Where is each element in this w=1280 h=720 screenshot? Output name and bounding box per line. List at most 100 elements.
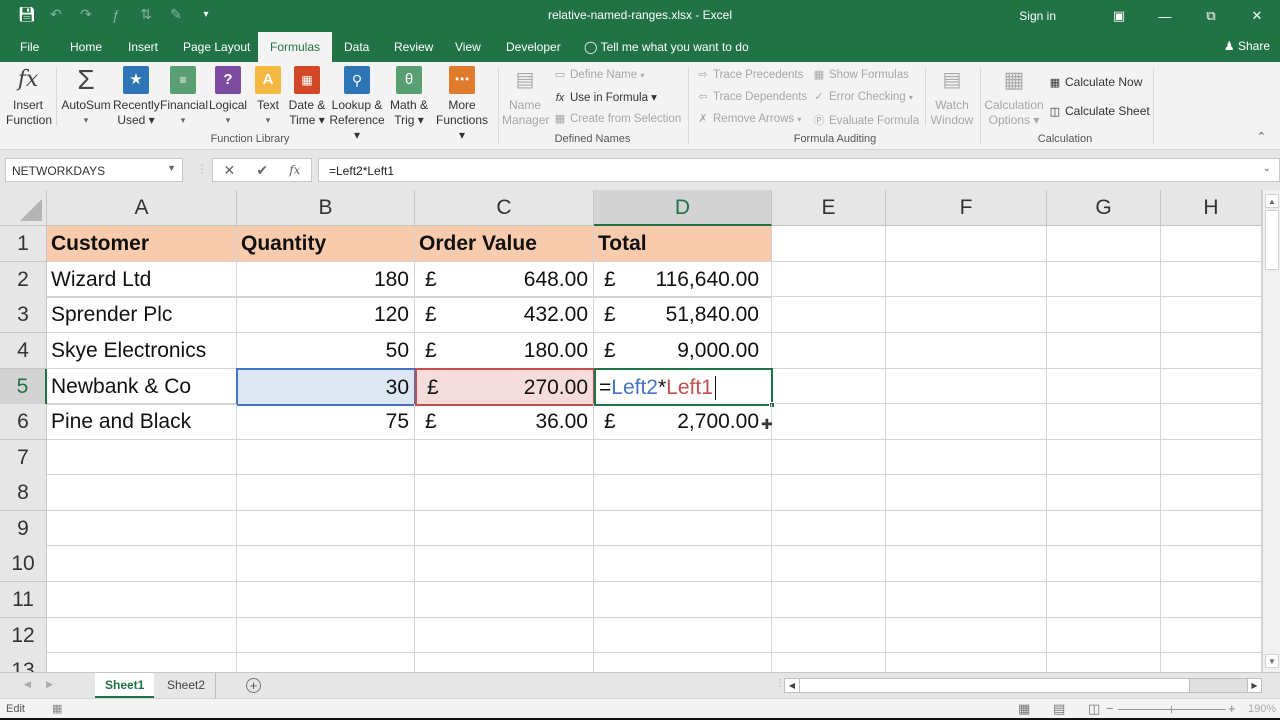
empty-cell[interactable] <box>415 546 594 582</box>
cell-c3[interactable]: £432.00 <box>415 297 594 333</box>
cell-d1[interactable]: Total <box>594 226 772 262</box>
empty-cell[interactable] <box>594 475 772 511</box>
empty-cell[interactable] <box>772 618 886 653</box>
empty-cell[interactable] <box>237 440 415 475</box>
empty-cell[interactable] <box>1047 369 1161 404</box>
empty-cell[interactable] <box>1161 404 1262 440</box>
tell-me-box[interactable]: ◯ Tell me what you want to do <box>584 40 749 54</box>
empty-cell[interactable] <box>594 653 772 672</box>
empty-cell[interactable] <box>47 440 237 475</box>
empty-cell[interactable] <box>415 618 594 653</box>
empty-cell[interactable] <box>886 511 1047 546</box>
empty-cell[interactable] <box>237 582 415 618</box>
empty-cell[interactable] <box>1161 475 1262 511</box>
cell-d3[interactable]: £51,840.00 <box>594 297 772 333</box>
empty-cell[interactable] <box>1161 369 1262 404</box>
empty-cell[interactable] <box>415 440 594 475</box>
tab-developer[interactable]: Developer <box>506 40 561 54</box>
row-header-6[interactable]: 6 <box>0 404 47 440</box>
tab-view[interactable]: View <box>455 40 481 54</box>
horizontal-scrollbar[interactable]: ◀ ▶ <box>784 678 1262 693</box>
row-header-5[interactable]: 5 <box>0 369 47 405</box>
empty-cell[interactable] <box>594 618 772 653</box>
tab-file[interactable]: File <box>20 40 39 54</box>
cell-c2[interactable]: £648.00 <box>415 262 594 298</box>
sign-in-link[interactable]: Sign in <box>1019 9 1056 23</box>
splitter-handle[interactable]: ⋮ <box>196 162 208 176</box>
cell-d2[interactable]: £116,640.00 <box>594 262 772 298</box>
calculation-options-button[interactable]: ▦ Calculation Options ▾ <box>984 66 1044 128</box>
empty-cell[interactable] <box>886 582 1047 618</box>
empty-cell[interactable] <box>1161 653 1262 672</box>
empty-cell[interactable] <box>772 333 886 369</box>
row-header-8[interactable]: 8 <box>0 475 47 511</box>
cell-b1[interactable]: Quantity <box>237 226 415 262</box>
empty-cell[interactable] <box>1047 333 1161 369</box>
empty-cell[interactable] <box>47 618 237 653</box>
empty-cell[interactable] <box>1047 404 1161 440</box>
tab-data[interactable]: Data <box>344 40 369 54</box>
empty-cell[interactable] <box>886 618 1047 653</box>
empty-cell[interactable] <box>772 297 886 333</box>
empty-cell[interactable] <box>415 475 594 511</box>
formula-input[interactable]: =Left2*Left1 ⌄ <box>318 158 1280 182</box>
insert-function-button[interactable]: fx Insert Function <box>6 66 52 128</box>
column-header-h[interactable]: H <box>1161 190 1262 226</box>
column-header-c[interactable]: C <box>415 190 594 226</box>
row-header-11[interactable]: 11 <box>0 582 47 618</box>
row-header-3[interactable]: 3 <box>0 297 47 333</box>
empty-cell[interactable] <box>1161 297 1262 333</box>
remove-arrows-button[interactable]: ✗ Remove Arrows ▾ <box>696 112 801 125</box>
empty-cell[interactable] <box>772 369 886 404</box>
empty-cell[interactable] <box>1047 546 1161 582</box>
zoom-level[interactable]: 190% <box>1248 703 1276 715</box>
cell-c5-referenced[interactable]: £270.00 <box>415 368 595 406</box>
empty-cell[interactable] <box>772 404 886 440</box>
share-button[interactable]: ♟ Share <box>1224 39 1270 53</box>
scroll-down-icon[interactable]: ▼ <box>1265 654 1279 668</box>
empty-cell[interactable] <box>1161 333 1262 369</box>
minimize-icon[interactable]: — <box>1142 9 1188 24</box>
more-functions-button[interactable]: ⋯ More Functions ▾ <box>432 66 492 143</box>
empty-cell[interactable] <box>594 511 772 546</box>
empty-cell[interactable] <box>1047 582 1161 618</box>
name-box[interactable]: NETWORKDAYS ▼ <box>5 158 183 182</box>
empty-cell[interactable] <box>886 262 1047 297</box>
insert-function-fx-icon[interactable]: fx <box>289 163 300 177</box>
empty-cell[interactable] <box>772 475 886 511</box>
enter-check-icon[interactable]: ✔ <box>256 162 268 179</box>
empty-cell[interactable] <box>1161 618 1262 653</box>
error-checking-button[interactable]: ✓ Error Checking ▾ <box>812 90 913 103</box>
cell-a2[interactable]: Wizard Ltd <box>47 262 237 298</box>
zoom-slider[interactable] <box>1118 706 1226 713</box>
empty-cell[interactable] <box>594 546 772 582</box>
cell-b2[interactable]: 180 <box>237 262 415 298</box>
tab-insert[interactable]: Insert <box>128 40 158 54</box>
sheet-tab-sheet1[interactable]: Sheet1 <box>95 673 155 698</box>
empty-cell[interactable] <box>237 475 415 511</box>
empty-cell[interactable] <box>886 475 1047 511</box>
expand-formula-bar-icon[interactable]: ⌄ <box>1263 163 1271 174</box>
use-in-formula-button[interactable]: fx Use in Formula ▾ <box>553 90 657 104</box>
row-header-4[interactable]: 4 <box>0 333 47 369</box>
cell-a1[interactable]: Customer <box>47 226 237 262</box>
scroll-up-icon[interactable]: ▲ <box>1265 194 1279 208</box>
empty-cell[interactable] <box>1161 440 1262 475</box>
show-formulas-button[interactable]: ▦ Show Formulas <box>812 68 909 81</box>
vertical-scrollbar[interactable]: ▲ ▼ <box>1262 190 1280 672</box>
empty-cell[interactable] <box>237 653 415 672</box>
cell-b5-referenced[interactable]: 30 <box>236 368 416 406</box>
trace-precedents-button[interactable]: ⇨ Trace Precedents <box>696 68 803 81</box>
empty-cell[interactable] <box>1047 511 1161 546</box>
empty-cell[interactable] <box>1047 440 1161 475</box>
empty-cell[interactable] <box>1047 653 1161 672</box>
tab-home[interactable]: Home <box>70 40 102 54</box>
empty-cell[interactable] <box>415 582 594 618</box>
empty-cell[interactable] <box>594 582 772 618</box>
empty-cell[interactable] <box>47 582 237 618</box>
cell-c4[interactable]: £180.00 <box>415 333 594 369</box>
cell-a4[interactable]: Skye Electronics <box>47 333 237 369</box>
calculate-sheet-button[interactable]: ◫ Calculate Sheet <box>1048 104 1150 118</box>
empty-cell[interactable] <box>237 511 415 546</box>
watch-window-button[interactable]: ▤ Watch Window <box>928 66 976 128</box>
